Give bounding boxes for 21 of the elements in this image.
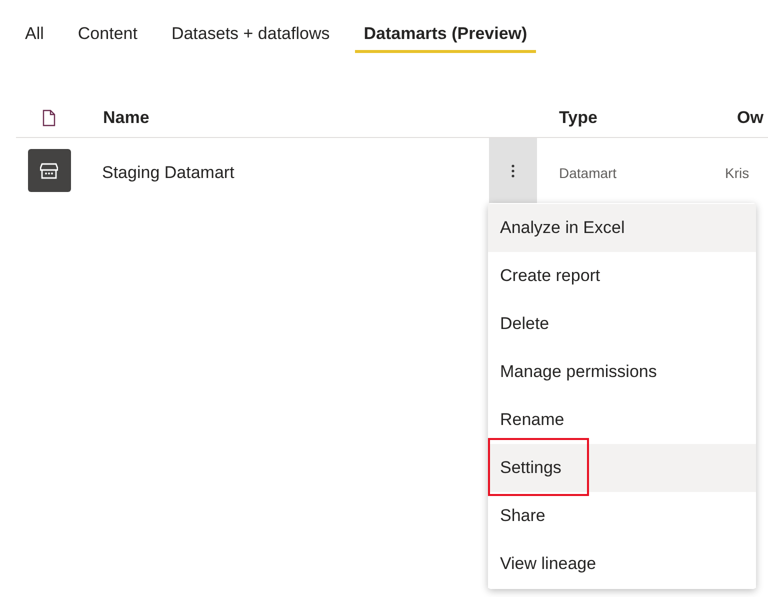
- document-icon: [42, 108, 56, 126]
- menu-item[interactable]: Rename: [488, 407, 564, 433]
- column-header[interactable]: Ow: [737, 104, 765, 130]
- tab[interactable]: Content: [68, 18, 146, 53]
- tab[interactable]: Datamarts (Preview): [354, 18, 536, 53]
- menu-item[interactable]: View lineage: [488, 551, 596, 577]
- type-cell-text: Datamart: [558, 164, 618, 183]
- owner-cell-text: Kris: [725, 164, 750, 183]
- menu-item[interactable]: Create report: [488, 263, 600, 289]
- column-header[interactable]: Type: [559, 104, 737, 130]
- more-icon: [511, 164, 515, 178]
- column-header[interactable]: Name: [82, 104, 559, 130]
- more-options-button[interactable]: [489, 138, 537, 203]
- menu-item[interactable]: Share: [488, 503, 546, 529]
- tab[interactable]: All: [16, 18, 53, 53]
- menu-item[interactable]: Delete: [488, 311, 550, 337]
- item-name[interactable]: Staging Datamart: [82, 138, 489, 186]
- datamart-icon: [28, 149, 70, 192]
- menu-item[interactable]: Manage permissions: [488, 359, 657, 385]
- tab[interactable]: Datasets + dataflows: [162, 18, 339, 53]
- menu-item[interactable]: Settings: [488, 455, 562, 481]
